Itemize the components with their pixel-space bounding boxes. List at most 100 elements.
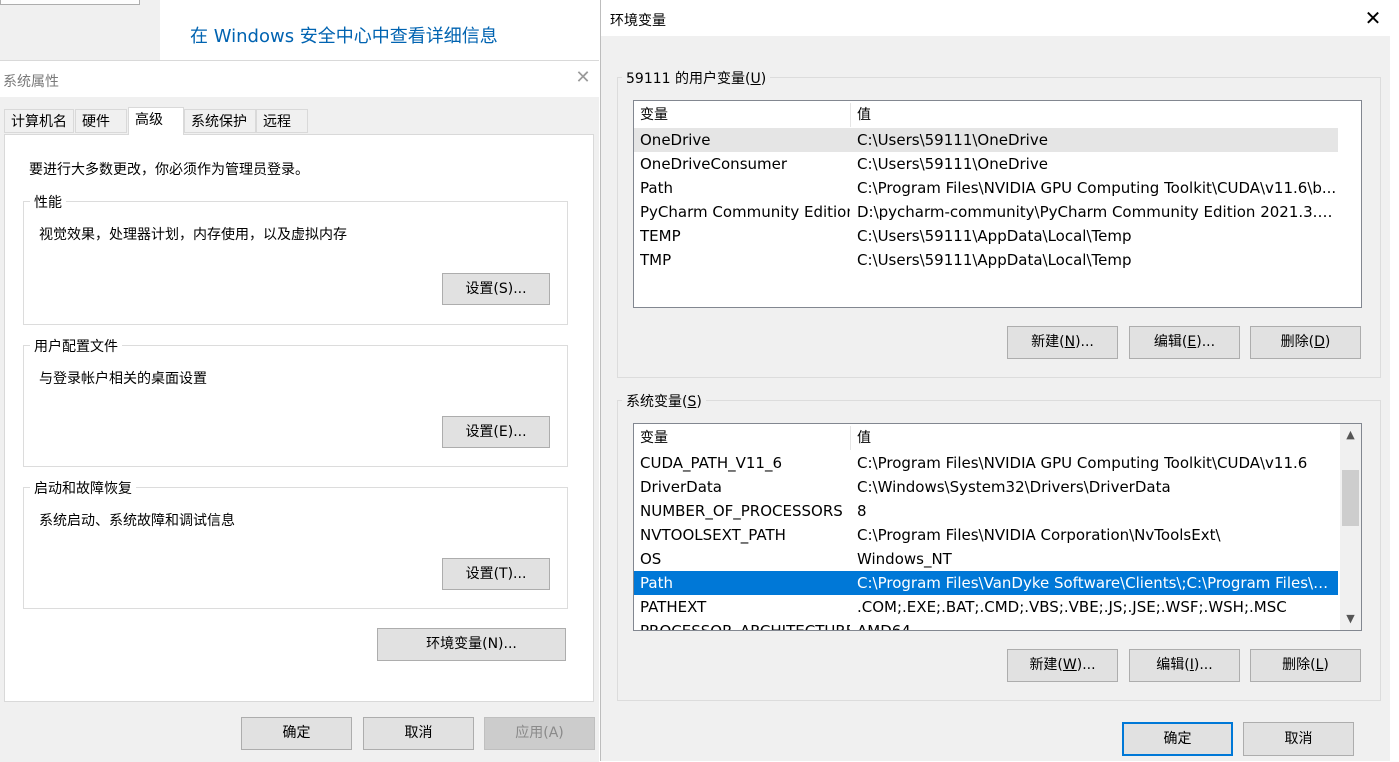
list-item[interactable]: DriverData C:\Windows\System32\Drivers\D… [634,475,1338,499]
list-item[interactable]: OneDrive C:\Users\59111\OneDrive [634,128,1338,152]
column-header-name[interactable]: 变量 [640,103,850,127]
scrollbar-thumb[interactable] [1342,470,1359,526]
apply-button[interactable]: 应用(A) [484,717,595,750]
security-center-link[interactable]: 在 Windows 安全中心中查看详细信息 [190,22,498,48]
variable-name: OS [640,550,662,568]
group-legend: 用户配置文件 [30,336,122,356]
list-item[interactable]: NUMBER_OF_PROCESSORS 8 [634,499,1338,523]
user-delete-button[interactable]: 删除(D) [1250,326,1361,359]
vertical-scrollbar[interactable]: ▲ ▼ [1340,424,1361,630]
title-bar: 系统属性 ✕ [0,61,599,97]
group-description: 视觉效果，处理器计划，内存使用，以及虚拟内存 [39,227,347,243]
dialog-title: 系统属性 [3,74,59,90]
system-variables-list[interactable]: 变量 值 CUDA_PATH_V11_6 C:\Program Files\NV… [633,423,1362,631]
background-box [0,0,140,5]
variable-value: C:\Program Files\NVIDIA GPU Computing To… [857,179,1337,197]
variable-name: DriverData [640,478,722,496]
user-edit-button[interactable]: 编辑(E)... [1129,326,1240,359]
tab-hardware[interactable]: 硬件 [75,109,127,133]
list-item[interactable]: PyCharm Community Edition D:\pycharm-com… [634,200,1338,224]
system-new-button[interactable]: 新建(W)... [1007,649,1118,682]
tab-remote[interactable]: 远程 [256,109,308,133]
column-header-name[interactable]: 变量 [640,426,850,450]
variable-name: TEMP [640,227,681,245]
variable-name: NUMBER_OF_PROCESSORS [640,502,843,520]
column-header-value[interactable]: 值 [857,103,1337,127]
system-delete-button[interactable]: 删除(L) [1250,649,1361,682]
performance-settings-button[interactable]: 设置(S)... [442,273,550,305]
startup-recovery-settings-button[interactable]: 设置(T)... [442,558,550,590]
tab-advanced[interactable]: 高级 [128,107,184,135]
variable-name: PATHEXT [640,598,707,616]
admin-note: 要进行大多数更改，你必须作为管理员登录。 [29,162,309,178]
list-item[interactable]: TMP C:\Users\59111\AppData\Local\Temp [634,248,1338,272]
variable-name: OneDriveConsumer [640,155,788,173]
variable-value: C:\Users\59111\OneDrive [857,155,1048,173]
variable-name: NVTOOLSEXT_PATH [640,526,786,544]
group-legend: 启动和故障恢复 [30,478,136,498]
user-profiles-settings-button[interactable]: 设置(E)... [442,416,550,448]
advanced-panel: 要进行大多数更改，你必须作为管理员登录。 性能 视觉效果，处理器计划，内存使用，… [4,134,594,702]
variable-name: Path [640,574,673,592]
background-page-edge [1390,0,1399,761]
dialog-title: 环境变量 [610,13,666,29]
chevron-up-icon[interactable]: ▲ [1340,424,1361,446]
list-item[interactable]: CUDA_PATH_V11_6 C:\Program Files\NVIDIA … [634,451,1338,475]
system-variables-group: 系统变量(S) 变量 值 CUDA_PATH_V11_6 C:\Program … [617,391,1381,701]
list-header: 变量 值 [634,103,1361,127]
variable-value: C:\Users\59111\AppData\Local\Temp [857,227,1132,245]
environment-variables-dialog: 环境变量 ✕ 59111 的用户变量(U) 变量 值 OneDrive C:\U… [600,0,1391,761]
tab-computer-name[interactable]: 计算机名 [4,109,74,133]
user-variables-list[interactable]: 变量 值 OneDrive C:\Users\59111\OneDrive On… [633,100,1362,308]
list-item[interactable]: NVTOOLSEXT_PATH C:\Program Files\NVIDIA … [634,523,1338,547]
group-description: 与登录帐户相关的桌面设置 [39,371,207,387]
performance-group: 性能 视觉效果，处理器计划，内存使用，以及虚拟内存 设置(S)... [23,192,568,325]
column-header-value[interactable]: 值 [857,426,1337,450]
list-item[interactable]: Path C:\Program Files\NVIDIA GPU Computi… [634,176,1338,200]
system-edit-button[interactable]: 编辑(I)... [1129,649,1240,682]
list-header: 变量 值 [634,426,1340,450]
variable-value: C:\Program Files\NVIDIA Corporation\NvTo… [857,526,1221,544]
system-properties-dialog: 系统属性 ✕ 计算机名 硬件 高级 系统保护 远程 要进行大多数更改，你必须作为… [0,60,599,762]
tab-system-protection[interactable]: 系统保护 [184,109,256,133]
variable-value: 8 [857,502,867,520]
variable-name: PROCESSOR_ARCHITECTURE [640,622,850,631]
chevron-down-icon[interactable]: ▼ [1340,608,1361,630]
list-item[interactable]: OS Windows_NT [634,547,1338,571]
variable-value: C:\Windows\System32\Drivers\DriverData [857,478,1171,496]
list-item[interactable]: TEMP C:\Users\59111\AppData\Local\Temp [634,224,1338,248]
variable-name: CUDA_PATH_V11_6 [640,454,783,472]
variable-value: .COM;.EXE;.BAT;.CMD;.VBS;.VBE;.JS;.JSE;.… [857,598,1287,616]
variable-name: Path [640,179,673,197]
variable-name: TMP [640,251,672,269]
environment-variables-button[interactable]: 环境变量(N)... [377,628,566,661]
close-icon[interactable]: ✕ [1361,6,1385,30]
variable-value: C:\Users\59111\OneDrive [857,131,1048,149]
cancel-button[interactable]: 取消 [1243,722,1354,756]
variable-value: D:\pycharm-community\PyCharm Community E… [857,203,1337,221]
ok-button[interactable]: 确定 [1122,722,1233,756]
variable-name: OneDrive [640,131,711,149]
variable-value: C:\Users\59111\AppData\Local\Temp [857,251,1132,269]
ok-button[interactable]: 确定 [241,717,352,750]
list-item[interactable]: PATHEXT .COM;.EXE;.BAT;.CMD;.VBS;.VBE;.J… [634,595,1338,619]
startup-recovery-group: 启动和故障恢复 系统启动、系统故障和调试信息 设置(T)... [23,478,568,609]
group-legend: 59111 的用户变量(U) [622,68,771,88]
cancel-button[interactable]: 取消 [363,717,474,750]
group-legend: 性能 [30,192,66,212]
list-item[interactable]: PROCESSOR_ARCHITECTURE AMD64 [634,619,1338,631]
title-bar: 环境变量 ✕ [601,0,1391,36]
variable-name: PyCharm Community Edition [640,203,850,221]
variable-value: AMD64 [857,622,911,631]
group-description: 系统启动、系统故障和调试信息 [39,513,235,529]
user-profiles-group: 用户配置文件 与登录帐户相关的桌面设置 设置(E)... [23,336,568,467]
group-legend: 系统变量(S) [622,391,706,411]
list-item-selected[interactable]: Path C:\Program Files\VanDyke Software\C… [634,571,1338,595]
close-icon[interactable]: ✕ [572,67,594,89]
variable-value: C:\Program Files\NVIDIA GPU Computing To… [857,454,1308,472]
background-panel [0,0,160,60]
list-item[interactable]: OneDriveConsumer C:\Users\59111\OneDrive [634,152,1338,176]
user-new-button[interactable]: 新建(N)... [1007,326,1118,359]
variable-value: C:\Program Files\VanDyke Software\Client… [857,574,1337,592]
variable-value: Windows_NT [857,550,952,568]
